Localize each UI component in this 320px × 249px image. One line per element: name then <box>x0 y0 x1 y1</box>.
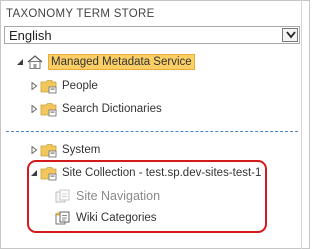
tree-node-site-collection[interactable]: Site Collection - test.sp.dev-sites-test… <box>28 164 261 182</box>
home-icon <box>26 54 44 70</box>
folder-icon <box>40 165 58 181</box>
tree-node-site-navigation[interactable]: Site Navigation <box>54 187 160 205</box>
tree-node-managed-metadata-service[interactable]: Managed Metadata Service <box>14 53 195 71</box>
folder-icon <box>40 101 58 117</box>
tree-node-label: Wiki Categories <box>76 212 157 224</box>
tree-node-label: Search Dictionaries <box>62 103 162 115</box>
chevron-down-icon[interactable] <box>282 28 298 42</box>
tree-node-people[interactable]: People <box>28 77 98 95</box>
tree-divider <box>6 131 298 132</box>
language-select[interactable]: English <box>4 26 300 44</box>
collapsed-arrow-icon[interactable] <box>28 144 40 156</box>
tree-node-label: Managed Metadata Service <box>48 54 195 70</box>
tree-node-system[interactable]: System <box>28 141 100 159</box>
folder-icon <box>40 142 58 158</box>
tree-node-label: Site Collection - test.sp.dev-sites-test… <box>62 167 262 179</box>
term-set-icon <box>54 210 72 226</box>
language-value: English <box>9 28 52 43</box>
tree-node-wiki-categories[interactable]: Wiki Categories <box>54 209 157 227</box>
panel-title: TAXONOMY TERM STORE <box>6 8 155 20</box>
panel-splitter[interactable] <box>301 0 302 249</box>
tree-node-search-dictionaries[interactable]: Search Dictionaries <box>28 100 162 118</box>
navigation-term-set-icon <box>54 188 72 204</box>
expanded-arrow-icon[interactable] <box>28 167 40 179</box>
expanded-arrow-icon[interactable] <box>14 56 26 68</box>
collapsed-arrow-icon[interactable] <box>28 103 40 115</box>
tree-node-label: System <box>62 144 101 156</box>
folder-icon <box>40 78 58 94</box>
collapsed-arrow-icon[interactable] <box>28 80 40 92</box>
tree-node-label: Site Navigation <box>76 189 161 203</box>
tree-node-label: People <box>62 80 98 92</box>
